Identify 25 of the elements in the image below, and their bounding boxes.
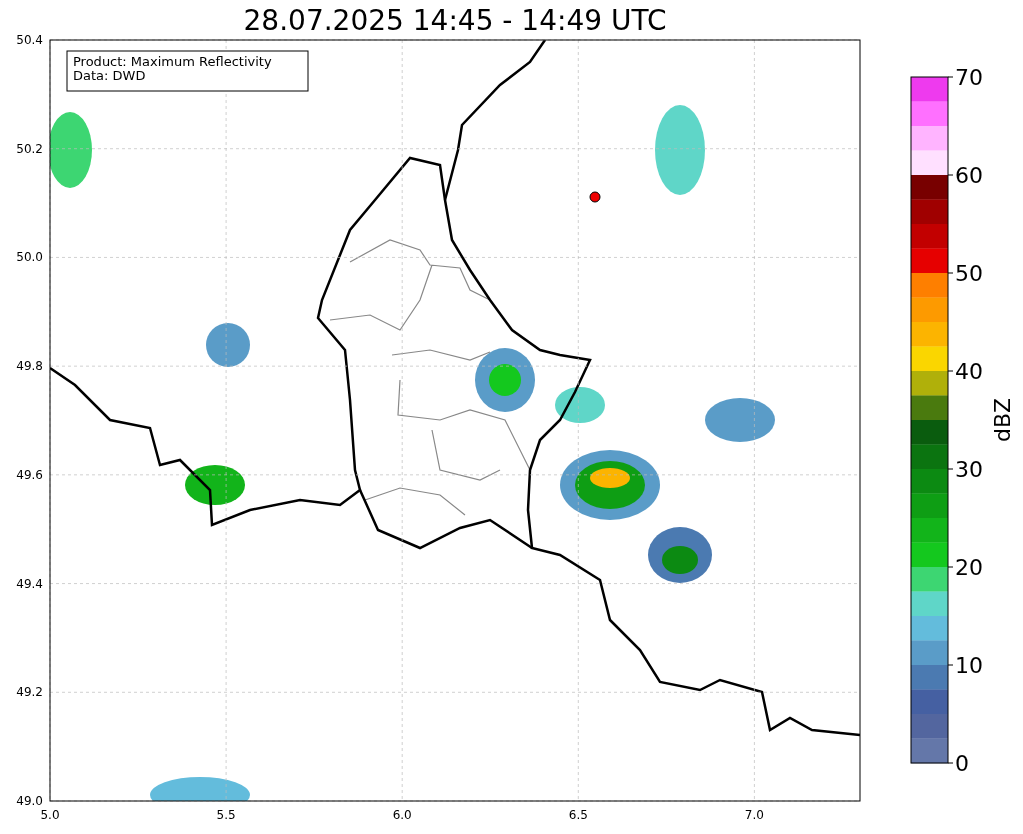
colorbar-tick-label: 20 xyxy=(955,555,983,580)
axis-tick-label: 6.0 xyxy=(392,808,412,822)
colorbar-label: dBZ xyxy=(990,397,1015,443)
chart-title: 28.07.2025 14:45 - 14:49 UTC xyxy=(242,4,668,38)
axis-tick-label: 50.4 xyxy=(16,33,43,47)
axis-tick-label: 49.2 xyxy=(16,685,43,700)
axis-tick-label: 5.5 xyxy=(216,808,236,822)
axis-tick-label: 50.0 xyxy=(16,250,43,265)
axis-tick-label: 50.2 xyxy=(16,141,43,156)
colorbar-tick-label: 10 xyxy=(955,653,983,678)
axis-tick-label: 6.5 xyxy=(568,808,588,822)
axis-tick-label: 5.0 xyxy=(40,808,60,822)
legend-text: Data: DWD xyxy=(73,68,146,83)
legend-text: Product: Maximum Reflectivity xyxy=(73,54,272,69)
colorbar-tick-label: 30 xyxy=(955,457,983,482)
colorbar-tick-label: 70 xyxy=(955,65,983,90)
colorbar-tick-label: 40 xyxy=(955,359,983,384)
colorbar-tick-label: 50 xyxy=(955,261,983,286)
axis-tick-label: 49.8 xyxy=(16,359,43,374)
axis-tick-label: 49.6 xyxy=(16,467,43,482)
colorbar-tick-label: 60 xyxy=(955,163,983,188)
axis-tick-label: 7.0 xyxy=(744,808,764,822)
colorbar-tick-label: 0 xyxy=(955,751,969,776)
axis-tick-label: 49.0 xyxy=(16,794,43,808)
axis-tick-label: 49.4 xyxy=(16,576,43,591)
